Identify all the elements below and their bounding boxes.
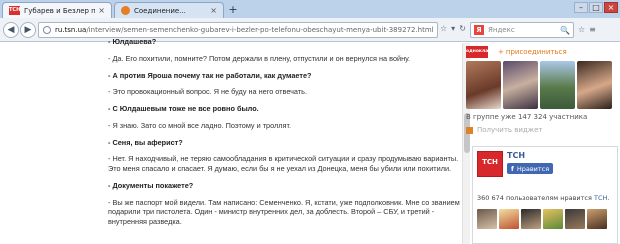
firefox-favicon-icon xyxy=(121,6,130,15)
url-text: ru.tsn.ua/interview/semen-semenchenko-gu… xyxy=(55,26,434,34)
fan-avatar[interactable] xyxy=(543,209,563,229)
article-question: - Юлдашева? xyxy=(108,37,157,46)
toolbar-icons: ☆ ≡ xyxy=(578,25,596,34)
ok-get-widget-link[interactable]: Получить виджет xyxy=(466,126,542,134)
article-question: - Документы покажете? xyxy=(108,180,194,190)
search-placeholder: Яндекс xyxy=(488,26,515,34)
fb-fans-faces xyxy=(477,209,607,229)
forward-button[interactable]: ▶ xyxy=(20,22,36,38)
tsn-page-logo[interactable]: ТСН xyxy=(477,151,503,177)
bookmark-star-icon[interactable]: ☆ xyxy=(440,24,447,33)
tab-close-icon[interactable]: × xyxy=(98,6,105,15)
close-window-button[interactable]: × xyxy=(604,2,618,13)
menu-icon[interactable]: ≡ xyxy=(589,25,596,34)
facebook-icon: f xyxy=(511,164,514,173)
fan-avatar[interactable] xyxy=(499,209,519,229)
article-answer: - Нет. Я находчивый, не теряю самооблада… xyxy=(108,154,459,174)
article-answer: - Вы же паспорт мой видели. Там написано… xyxy=(108,197,460,226)
fb-page-name[interactable]: ТСН xyxy=(507,151,553,160)
bookmarks-icon[interactable]: ☆ xyxy=(578,25,585,34)
window-controls: – □ × xyxy=(574,2,618,13)
odnoklassniki-logo[interactable]: одноклассники xyxy=(466,46,506,58)
fb-like-button[interactable]: f Нравится xyxy=(507,163,554,174)
article-answer: - Это провокационный вопрос. Я не буду н… xyxy=(108,87,308,97)
article-body: - Юлдашева? - Да. Его похитили, помните?… xyxy=(108,37,460,234)
fan-avatar[interactable] xyxy=(477,209,497,229)
fb-likes-count: 360 674 пользователям нравится ТСН. xyxy=(477,194,610,202)
reload-icon[interactable]: ↻ xyxy=(459,24,466,33)
minimize-button[interactable]: – xyxy=(574,2,588,13)
ok-small-icon xyxy=(466,126,473,134)
ok-members-count: В группе уже 147 324 участника xyxy=(466,113,588,121)
page-viewport: - Юлдашева? - Да. Его похитили, помните?… xyxy=(0,37,620,244)
tab-bar: TCH Губарев и Безлер по телеф... × Соеди… xyxy=(0,0,620,18)
ok-join-button[interactable]: + присоединиться xyxy=(498,48,567,56)
right-sidebar: одноклассники + присоединиться В группе у… xyxy=(466,43,620,244)
fan-avatar[interactable] xyxy=(521,209,541,229)
member-photo[interactable] xyxy=(577,61,612,109)
history-dropdown-icon[interactable]: ▾ xyxy=(451,24,455,33)
left-gutter xyxy=(0,43,100,244)
article-question: - Сеня, вы аферист? xyxy=(108,137,183,147)
member-photo[interactable] xyxy=(503,61,538,109)
fan-avatar[interactable] xyxy=(587,209,607,229)
member-photo[interactable] xyxy=(466,61,501,109)
search-icon[interactable]: 🔍 xyxy=(560,26,570,35)
fb-name-wrap: ТСН f Нравится xyxy=(507,151,554,177)
search-box[interactable]: Я Яндекс 🔍 xyxy=(470,22,574,38)
yandex-icon: Я xyxy=(474,25,484,35)
globe-icon xyxy=(43,26,51,34)
facebook-page-widget: ТСН ТСН f Нравится 360 674 пользователям… xyxy=(472,146,618,244)
tab-title: Соединение... xyxy=(134,6,186,15)
new-tab-button[interactable]: + xyxy=(226,4,240,16)
member-photo[interactable] xyxy=(540,61,575,109)
back-button[interactable]: ◀ xyxy=(3,22,19,38)
article-question: - А против Яроша почему так не работали,… xyxy=(108,70,312,80)
article-question: - С Юлдашевым тоже не все ровно было. xyxy=(108,104,259,114)
article-answer: - Я знаю. Зато со мной все ладно. Поэтом… xyxy=(108,120,292,130)
ok-widget-header: одноклассники + присоединиться xyxy=(466,43,618,61)
fb-widget-header: ТСН ТСН f Нравится xyxy=(477,151,554,177)
tab-title: Губарев и Безлер по телеф... xyxy=(24,6,96,15)
address-bar[interactable]: ru.tsn.ua/interview/semen-semenchenko-gu… xyxy=(38,22,438,38)
article-answer: - Да. Его похитили, помните? Потом держа… xyxy=(108,53,411,63)
ok-member-photos xyxy=(466,61,618,115)
tab-close-icon[interactable]: × xyxy=(210,6,217,15)
fb-like-label: Нравится xyxy=(516,164,550,173)
tab-loading[interactable]: Соединение... × xyxy=(114,2,224,18)
maximize-button[interactable]: □ xyxy=(589,2,603,13)
tab-tsn-article[interactable]: TCH Губарев и Безлер по телеф... × xyxy=(2,2,112,18)
url-buttons: ☆ ▾ ↻ xyxy=(440,24,466,33)
tsn-favicon-icon: TCH xyxy=(9,6,21,15)
fan-avatar[interactable] xyxy=(565,209,585,229)
